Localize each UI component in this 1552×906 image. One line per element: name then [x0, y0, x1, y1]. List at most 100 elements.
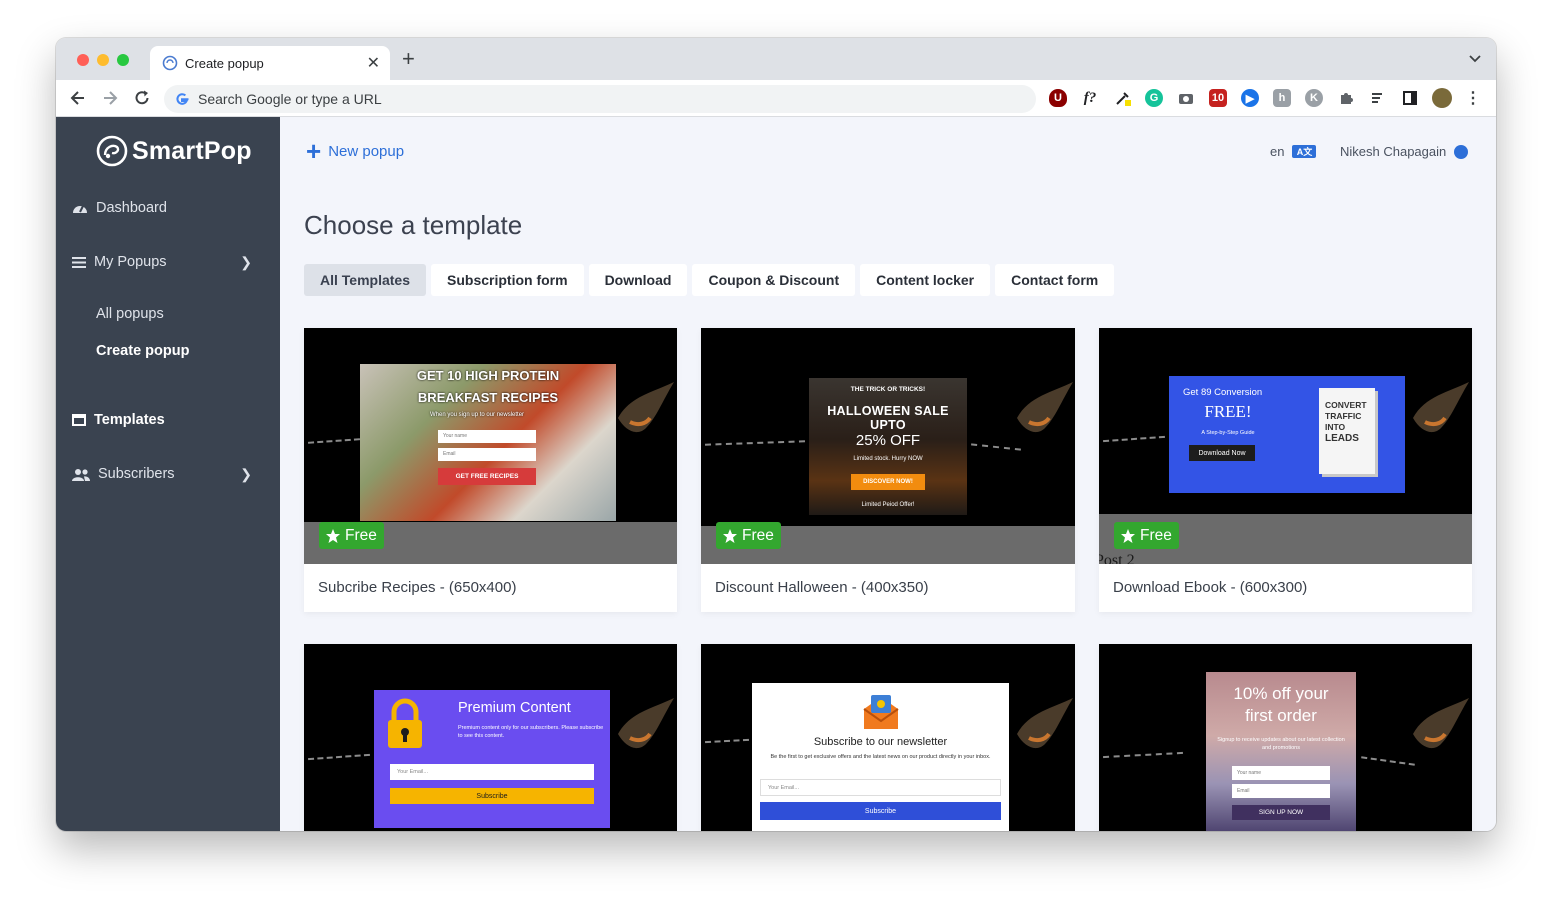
side-panel-icon[interactable]	[1401, 89, 1419, 107]
gauge-icon	[73, 205, 87, 213]
page-title: Choose a template	[304, 210, 523, 240]
sidebar-item-create-popup[interactable]: Create popup	[96, 343, 189, 359]
plus-icon: +	[306, 136, 322, 166]
filter-content-locker[interactable]: Content locker	[860, 264, 991, 296]
free-badge: Free	[1114, 522, 1179, 549]
user-menu[interactable]: Nikesh Chapagain	[1340, 144, 1469, 159]
lock-icon	[388, 698, 422, 748]
more-menu-icon[interactable]: ⋮	[1464, 89, 1482, 107]
browser-toolbar: Search Google or type a URL U f? G 10 ▶ …	[56, 80, 1496, 117]
language-selector[interactable]: en A文	[1270, 144, 1317, 159]
address-bar[interactable]: Search Google or type a URL	[164, 85, 1036, 113]
template-card[interactable]: THE TRICK OR TRICKS! HALLOWEEN SALE UPTO…	[701, 328, 1075, 612]
preview-subtext: When you sign up to our newsletter	[430, 412, 525, 418]
template-preview: 10% off your first order Signup to recei…	[1099, 644, 1472, 831]
template-filters: All Templates Subscription form Download…	[304, 264, 1115, 296]
sidebar-item-label: My Popups	[94, 254, 167, 270]
extension-k-icon[interactable]: K	[1305, 89, 1323, 107]
smartpop-logo-icon	[96, 135, 128, 167]
sidebar-item-my-popups[interactable]: My Popups ❯	[72, 254, 272, 270]
preview-button: Subscribe	[760, 802, 1001, 820]
calendar-badge-icon[interactable]: 10	[1209, 89, 1227, 107]
preview-text: Be the first to get exclusive offers and…	[770, 754, 991, 760]
template-card[interactable]: Subscribe to our newsletter Be the first…	[701, 644, 1075, 831]
ublock-icon[interactable]: U	[1049, 89, 1067, 107]
user-name: Nikesh Chapagain	[1340, 144, 1447, 159]
template-title: Subcribe Recipes - (650x400)	[318, 579, 517, 596]
minimize-window-button[interactable]	[97, 54, 109, 66]
new-tab-button[interactable]: +	[402, 48, 415, 70]
preview-button: Subscribe	[390, 788, 594, 804]
font-finder-icon[interactable]: f?	[1081, 89, 1099, 107]
template-card[interactable]: Premium Content Premium content only for…	[304, 644, 677, 831]
halloween-popup-preview: THE TRICK OR TRICKS! HALLOWEEN SALE UPTO…	[809, 378, 967, 515]
close-icon[interactable]: ✕	[367, 53, 380, 73]
bird-icon	[1017, 698, 1073, 749]
overlay-text: Post 2	[1099, 552, 1135, 564]
free-badge: Free	[319, 522, 384, 549]
video-extension-icon[interactable]: ▶	[1241, 89, 1259, 107]
color-picker-icon[interactable]	[1114, 89, 1132, 107]
preview-field: Your Email...	[390, 764, 594, 780]
filter-subscription-form[interactable]: Subscription form	[431, 264, 584, 296]
forward-arrow-icon[interactable]	[100, 88, 120, 108]
filter-coupon-discount[interactable]: Coupon & Discount	[692, 264, 856, 296]
new-popup-button[interactable]: + New popup	[306, 136, 404, 166]
preview-button: SIGN UP NOW	[1232, 805, 1330, 820]
translate-icon: A文	[1292, 145, 1317, 158]
puzzle-icon[interactable]	[1337, 89, 1355, 107]
chevron-down-icon[interactable]	[1468, 52, 1482, 66]
sidebar-item-all-popups[interactable]: All popups	[96, 306, 164, 322]
preview-heading: HALLOWEEN SALE UPTO	[827, 404, 949, 432]
camera-icon[interactable]	[1177, 89, 1195, 107]
profile-avatar[interactable]	[1432, 88, 1452, 108]
star-icon	[326, 528, 340, 543]
sidebar-item-dashboard[interactable]: Dashboard	[72, 200, 167, 216]
maximize-window-button[interactable]	[117, 54, 129, 66]
sidebar-item-label: Dashboard	[96, 200, 167, 216]
brand-logo[interactable]: SmartPop	[96, 135, 252, 167]
star-icon	[723, 528, 737, 543]
ebook-popup-preview: Get 89 Conversion FREE! A Step-by-Step G…	[1169, 376, 1405, 493]
book-cover: CONVERT TRAFFIC INTO LEADS	[1319, 388, 1375, 474]
template-card[interactable]: GET 10 HIGH PROTEIN BREAKFAST RECIPES Wh…	[304, 328, 677, 612]
filter-contact-form[interactable]: Contact form	[995, 264, 1115, 296]
template-preview: Subscribe to our newsletter Be the first…	[701, 644, 1075, 831]
sidebar-item-subscribers[interactable]: Subscribers ❯	[72, 466, 272, 482]
preview-heading: 10% off your	[1233, 684, 1329, 703]
reading-list-icon[interactable]	[1369, 89, 1387, 107]
free-label: Free	[742, 526, 774, 544]
user-avatar-icon	[1454, 144, 1469, 159]
locker-popup-preview: Premium Content Premium content only for…	[374, 690, 610, 828]
chevron-right-icon: ❯	[240, 253, 252, 270]
preview-text: Get 89 Conversion	[1183, 387, 1263, 398]
filter-download[interactable]: Download	[588, 264, 688, 296]
filter-all-templates[interactable]: All Templates	[304, 264, 426, 296]
preview-heading: Subscribe to our newsletter	[813, 736, 948, 748]
newsletter-popup-preview: Subscribe to our newsletter Be the first…	[752, 683, 1009, 831]
bird-icon	[1413, 382, 1469, 433]
window-icon	[72, 414, 86, 426]
template-card[interactable]: 10% off your first order Signup to recei…	[1099, 644, 1472, 831]
preview-field: Your Email...	[760, 779, 1001, 796]
template-grid: GET 10 HIGH PROTEIN BREAKFAST RECIPES Wh…	[304, 328, 1472, 831]
preview-heading: GET 10 HIGH PROTEIN	[416, 368, 560, 383]
browser-tab[interactable]: Create popup ✕	[150, 46, 390, 80]
preview-field: Your name	[1232, 766, 1330, 780]
sidebar-item-templates[interactable]: Templates	[72, 412, 165, 428]
preview-text: Premium content only for our subscribers…	[458, 725, 604, 739]
template-card[interactable]: Post 2 Get 89 Conversion FREE! A Step-by…	[1099, 328, 1472, 612]
chevron-right-icon: ❯	[240, 465, 252, 482]
browser-window: Create popup ✕ + Search Google or type a…	[56, 38, 1496, 831]
preview-button: GET FREE RECIPES	[438, 468, 536, 485]
back-arrow-icon[interactable]	[68, 88, 88, 108]
reload-icon[interactable]	[132, 88, 152, 108]
grammarly-icon[interactable]: G	[1145, 89, 1163, 107]
brand-name: SmartPop	[132, 136, 252, 165]
preview-field: Your name	[438, 430, 536, 443]
preview-text: Limited Peiod Offer!	[861, 502, 915, 508]
extension-h-icon[interactable]: h	[1273, 89, 1291, 107]
free-label: Free	[1140, 526, 1172, 544]
bird-icon	[618, 698, 674, 749]
close-window-button[interactable]	[77, 54, 89, 66]
